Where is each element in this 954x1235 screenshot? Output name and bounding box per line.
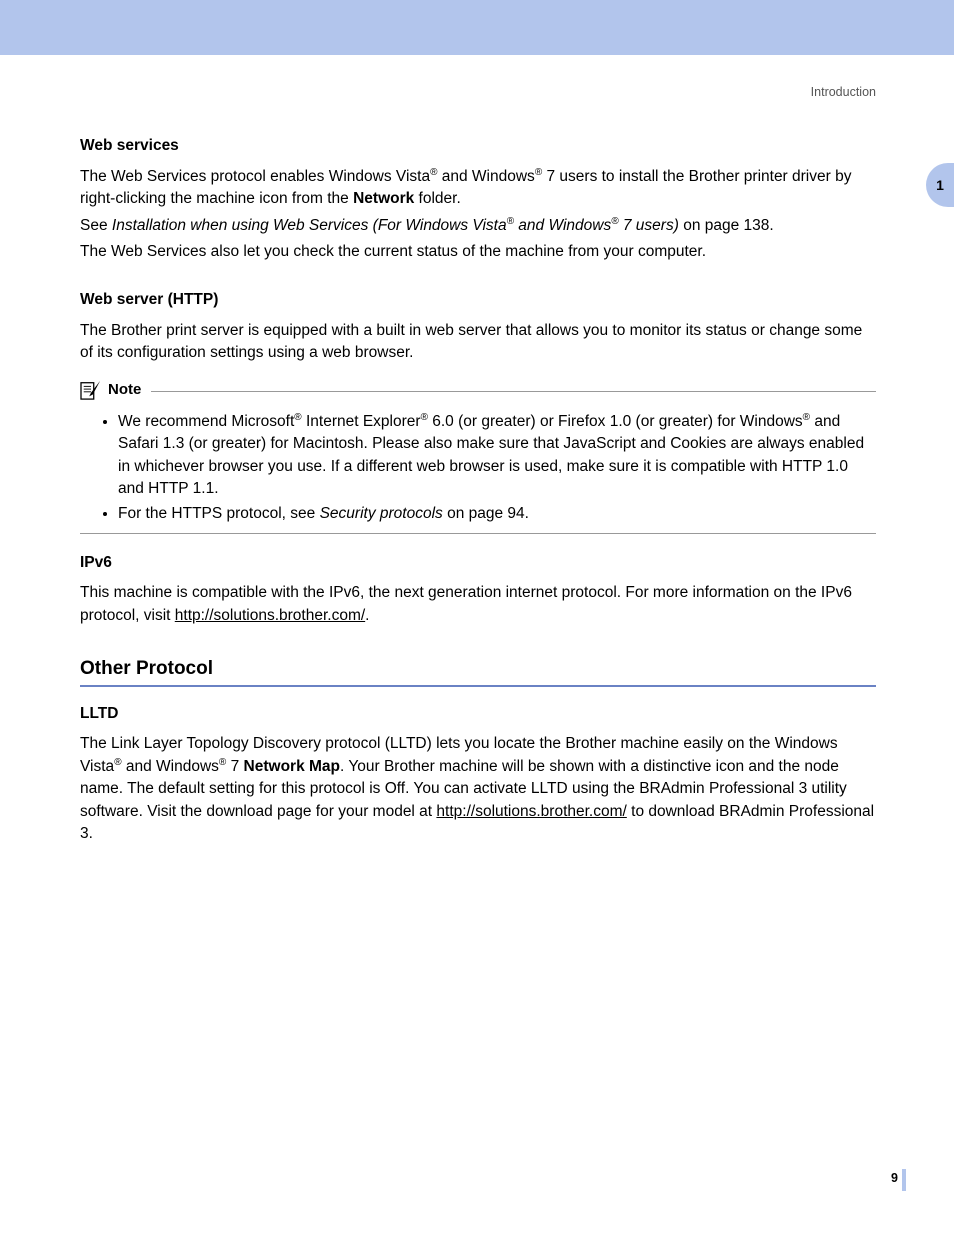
web-services-heading: Web services — [80, 135, 876, 157]
bold-text: Network Map — [244, 758, 340, 775]
text: . — [365, 607, 369, 624]
text: We recommend Microsoft — [118, 413, 294, 430]
registered-mark: ® — [114, 757, 121, 768]
lltd-link[interactable]: http://solutions.brother.com/ — [436, 803, 626, 820]
ipv6-heading: IPv6 — [80, 552, 876, 574]
text: For the HTTPS protocol, see — [118, 505, 320, 522]
bold-text: Network — [353, 190, 414, 207]
web-services-p3: The Web Services also let you check the … — [80, 241, 876, 263]
registered-mark: ® — [803, 411, 810, 422]
other-protocol-header: Other Protocol — [80, 655, 876, 687]
header-section-label: Introduction — [0, 83, 876, 101]
note-list: We recommend Microsoft® Internet Explore… — [102, 411, 876, 525]
web-server-section: Web server (HTTP) The Brother print serv… — [80, 289, 876, 364]
note-item-1: We recommend Microsoft® Internet Explore… — [118, 411, 876, 501]
text: folder. — [414, 190, 461, 207]
text: See — [80, 217, 112, 234]
italic-text: 7 users) — [619, 217, 679, 234]
chapter-tab: 1 — [926, 163, 954, 207]
web-server-heading: Web server (HTTP) — [80, 289, 876, 311]
page-number: 9 — [891, 1169, 898, 1187]
registered-mark: ® — [421, 411, 428, 422]
text: 6.0 (or greater) or Firefox 1.0 (or grea… — [428, 413, 803, 430]
text: and Windows — [122, 758, 219, 775]
web-server-p1: The Brother print server is equipped wit… — [80, 320, 876, 365]
italic-text: Security protocols — [320, 505, 443, 522]
content: Web services The Web Services protocol e… — [80, 135, 876, 846]
note-box: Note We recommend Microsoft® Internet Ex… — [80, 379, 876, 534]
other-protocol-title: Other Protocol — [80, 655, 876, 683]
note-rule — [151, 391, 876, 392]
section-rule — [80, 685, 876, 687]
note-bottom-rule — [80, 533, 876, 534]
lltd-p1: The Link Layer Topology Discovery protoc… — [80, 733, 876, 845]
top-bar — [0, 0, 954, 55]
text: on page 94. — [443, 505, 529, 522]
text: 7 — [226, 758, 243, 775]
web-services-p2: See Installation when using Web Services… — [80, 215, 876, 237]
note-header: Note — [80, 379, 876, 401]
ipv6-section: IPv6 This machine is compatible with the… — [80, 552, 876, 627]
page-number-bar — [902, 1169, 906, 1191]
text: Internet Explorer — [302, 413, 421, 430]
text: on page 138. — [679, 217, 774, 234]
note-icon — [80, 380, 102, 400]
registered-mark: ® — [507, 215, 514, 226]
italic-text: and Windows — [514, 217, 611, 234]
italic-text: Installation when using Web Services (Fo… — [112, 217, 507, 234]
note-item-2: For the HTTPS protocol, see Security pro… — [118, 503, 876, 525]
text: and Windows — [437, 168, 534, 185]
lltd-heading: LLTD — [80, 703, 876, 725]
lltd-section: LLTD The Link Layer Topology Discovery p… — [80, 703, 876, 846]
registered-mark: ® — [611, 215, 618, 226]
text: The Web Services protocol enables Window… — [80, 168, 430, 185]
web-services-p1: The Web Services protocol enables Window… — [80, 166, 876, 211]
web-services-section: Web services The Web Services protocol e… — [80, 135, 876, 263]
ipv6-link[interactable]: http://solutions.brother.com/ — [175, 607, 365, 624]
ipv6-p1: This machine is compatible with the IPv6… — [80, 582, 876, 627]
note-label: Note — [108, 379, 141, 401]
registered-mark: ® — [294, 411, 301, 422]
